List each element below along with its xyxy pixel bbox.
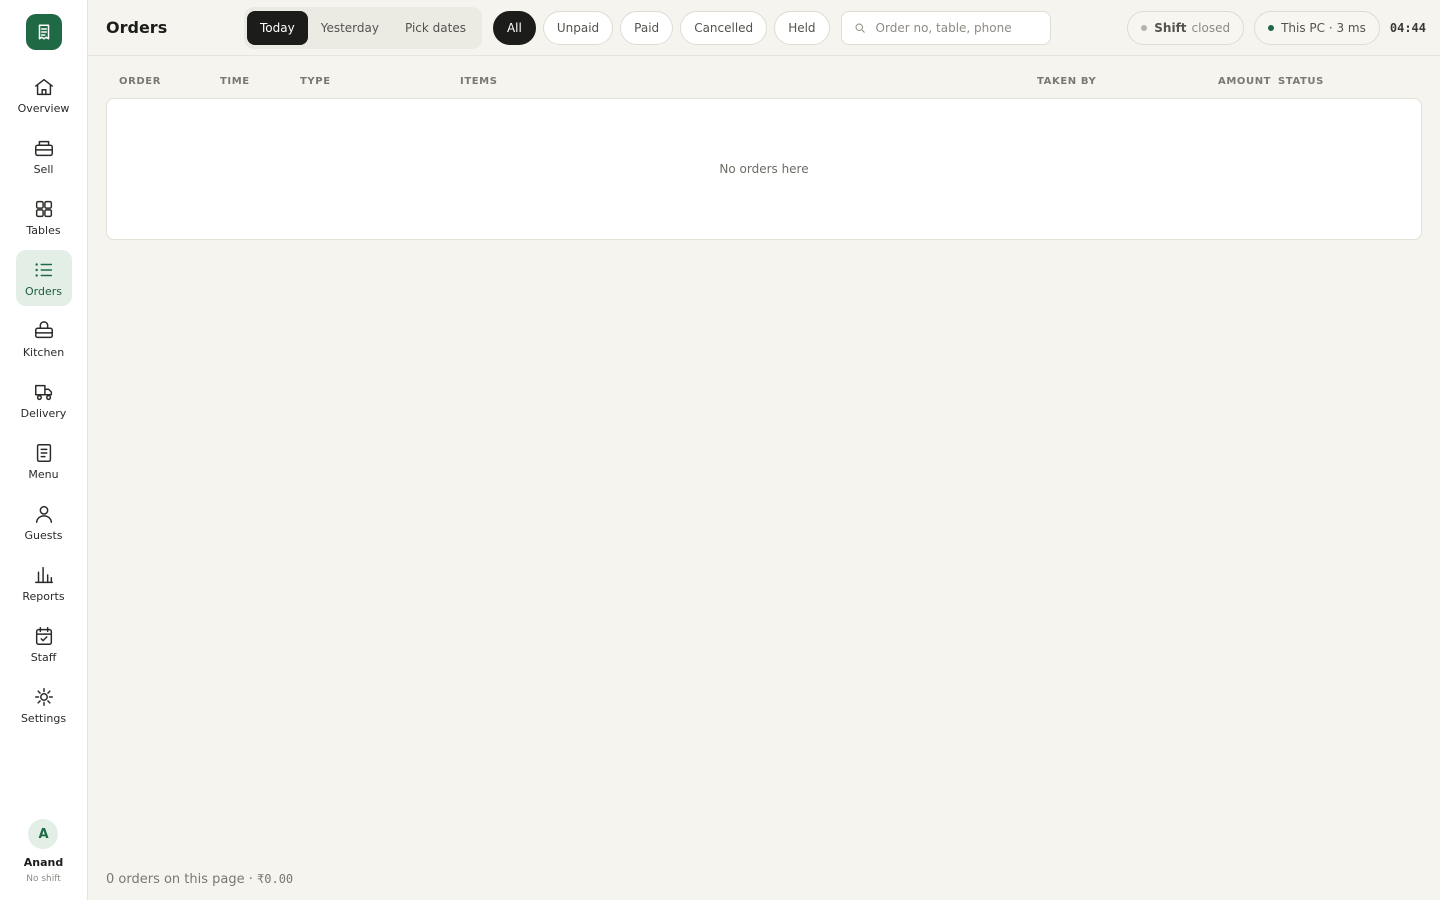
delivery-icon (34, 384, 52, 400)
sidebar-item-kitchen[interactable]: Kitchen (16, 311, 72, 367)
sidebar-item-label: Menu (28, 467, 59, 481)
main-content: Orders Today Yesterday Pick dates All Un… (88, 0, 1440, 900)
sidebar-item-reports[interactable]: Reports (16, 555, 72, 611)
column-time[interactable]: TIME (220, 76, 250, 87)
sidebar-item-guests[interactable]: Guests (16, 494, 72, 550)
tab-yesterday[interactable]: Yesterday (308, 11, 392, 45)
sun-gear-icon (34, 687, 53, 706)
calendar-check-icon (35, 626, 52, 645)
sidebar-item-delivery[interactable]: Delivery (16, 372, 72, 428)
page-summary: 0 orders on this page · ₹0.00 (106, 872, 293, 887)
home-icon (34, 78, 53, 95)
sidebar-item-label: Kitchen (22, 345, 65, 359)
filter-unpaid[interactable]: Unpaid (542, 10, 614, 45)
column-status[interactable]: STATUS (1278, 76, 1324, 87)
sidebar-item-menu[interactable]: Menu (16, 433, 72, 489)
filter-held[interactable]: Held (774, 10, 830, 45)
shift-state: closed (1191, 21, 1231, 35)
column-order[interactable]: ORDER (119, 76, 161, 87)
search-input[interactable] (875, 20, 1036, 35)
sidebar-item-sell[interactable]: Sell (16, 128, 72, 184)
basket-icon (34, 320, 53, 338)
column-taken-by[interactable]: TAKEN BY (1037, 76, 1096, 87)
status-filters: All Unpaid Paid Cancelled Held (492, 10, 837, 45)
column-items[interactable]: ITEMS (460, 76, 498, 87)
sidebar-item-label: Settings (20, 711, 67, 725)
shift-status-chip[interactable]: Shift closed (1127, 11, 1245, 45)
status-area: Shift closed This PC · 3 ms 04:44 (1117, 0, 1426, 56)
sidebar-item-label: Orders (25, 284, 62, 298)
order-count-summary: 0 orders on this page · (106, 872, 258, 887)
page-title: Orders (106, 18, 168, 37)
connection-status-dot (1268, 25, 1275, 31)
sidebar-item-label: Delivery (20, 406, 67, 420)
column-type[interactable]: TYPE (300, 76, 331, 87)
menu-doc-icon (36, 443, 51, 462)
connection-label: This PC · 3 ms (1281, 21, 1366, 35)
clock: 04:44 (1389, 21, 1426, 35)
user-name: Anand (23, 856, 64, 869)
sidebar-item-tables[interactable]: Tables (16, 189, 72, 245)
user-profile[interactable]: A Anand No shift (24, 819, 63, 884)
receipt-logo-icon (38, 24, 49, 40)
avatar: A (28, 819, 59, 849)
filter-paid[interactable]: Paid (620, 10, 674, 45)
sidebar-item-label: Sell (33, 162, 54, 176)
filter-cancelled[interactable]: Cancelled (680, 10, 768, 45)
top-bar: Orders Today Yesterday Pick dates All Un… (88, 0, 1440, 56)
orders-list-empty: No orders here (106, 98, 1422, 240)
sidebar-item-label: Guests (24, 528, 63, 542)
person-icon (35, 505, 52, 523)
bar-chart-icon (34, 566, 53, 583)
total-amount: ₹0.00 (257, 872, 294, 886)
grid-icon (35, 200, 52, 217)
column-amount[interactable]: AMOUNT (1218, 76, 1271, 87)
tab-today[interactable]: Today (247, 10, 308, 45)
sidebar: Overview Sell Tables Orders Kitchen Deli… (0, 0, 88, 900)
sidebar-item-settings[interactable]: Settings (16, 677, 72, 733)
sidebar-nav: Overview Sell Tables Orders Kitchen Deli… (0, 67, 87, 738)
shift-status-dot (1141, 25, 1148, 31)
user-shift-status: No shift (26, 874, 61, 884)
tab-pick-dates[interactable]: Pick dates (392, 11, 479, 45)
sidebar-item-label: Staff (30, 650, 57, 664)
connection-status-chip[interactable]: This PC · 3 ms (1254, 11, 1380, 45)
sidebar-item-label: Overview (17, 101, 70, 115)
sidebar-item-label: Tables (26, 223, 61, 237)
filter-all[interactable]: All (492, 10, 536, 45)
search-box (840, 10, 1051, 45)
sidebar-item-orders[interactable]: Orders (15, 250, 72, 306)
app-root: Overview Sell Tables Orders Kitchen Deli… (0, 0, 1440, 900)
search-icon (855, 23, 865, 33)
shift-label: Shift (1154, 21, 1187, 35)
app-logo[interactable] (25, 14, 62, 50)
table-header: ORDER TIME TYPE ITEMS TAKEN BY AMOUNT ST… (88, 56, 1440, 98)
empty-state-message: No orders here (719, 162, 809, 176)
sidebar-item-overview[interactable]: Overview (16, 67, 72, 123)
register-icon (34, 140, 53, 156)
list-icon (34, 262, 52, 277)
sidebar-item-staff[interactable]: Staff (16, 616, 72, 672)
date-range-tabs: Today Yesterday Pick dates (244, 6, 482, 49)
sidebar-item-label: Reports (22, 589, 65, 603)
